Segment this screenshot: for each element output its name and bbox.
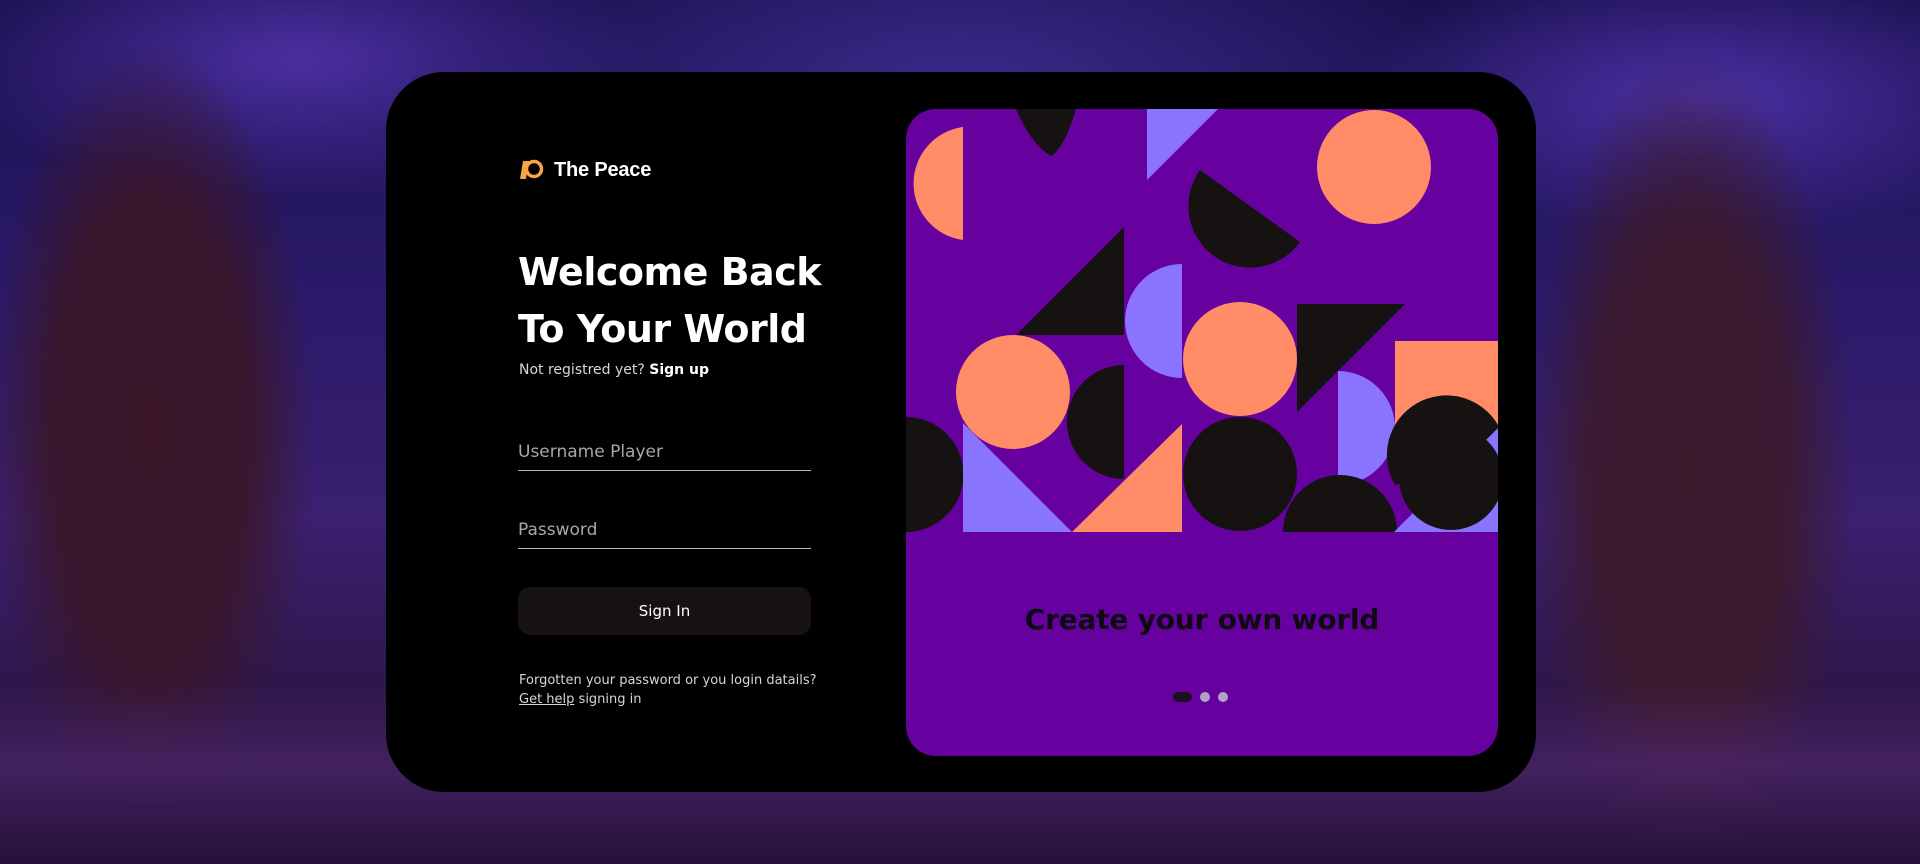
carousel-dot-1[interactable] bbox=[1173, 692, 1192, 702]
carousel-dots bbox=[1173, 692, 1228, 702]
sign-in-button[interactable]: Sign In bbox=[518, 587, 811, 635]
geometric-artwork bbox=[906, 109, 1498, 532]
brand-name: The Peace bbox=[554, 158, 652, 181]
help-row: Get help signing in bbox=[519, 690, 839, 709]
promo-title: Create your own world bbox=[1024, 603, 1380, 636]
signup-prompt: Not registred yet? bbox=[519, 362, 645, 378]
brand-logo[interactable]: The Peace bbox=[520, 158, 651, 182]
username-input[interactable] bbox=[518, 442, 811, 471]
the-peace-logo-icon bbox=[520, 159, 544, 179]
welcome-heading-line1: Welcome Back bbox=[518, 250, 822, 294]
help-question: Forgotten your password or you login dat… bbox=[519, 673, 817, 688]
carousel-dot-2[interactable] bbox=[1200, 692, 1210, 702]
welcome-heading-line2: To Your World bbox=[518, 307, 807, 351]
password-input[interactable] bbox=[518, 520, 811, 549]
help-text: Forgotten your password or you login dat… bbox=[519, 671, 839, 709]
help-suffix: signing in bbox=[578, 692, 642, 707]
signup-link[interactable]: Sign up bbox=[649, 362, 709, 378]
carousel-dot-3[interactable] bbox=[1218, 692, 1228, 702]
get-help-link[interactable]: Get help bbox=[519, 692, 574, 707]
welcome-heading: Welcome Back To Your World bbox=[518, 244, 848, 358]
signup-prompt-row: Not registred yet? Sign up bbox=[519, 362, 709, 378]
promo-panel: Create your own world bbox=[906, 109, 1498, 756]
